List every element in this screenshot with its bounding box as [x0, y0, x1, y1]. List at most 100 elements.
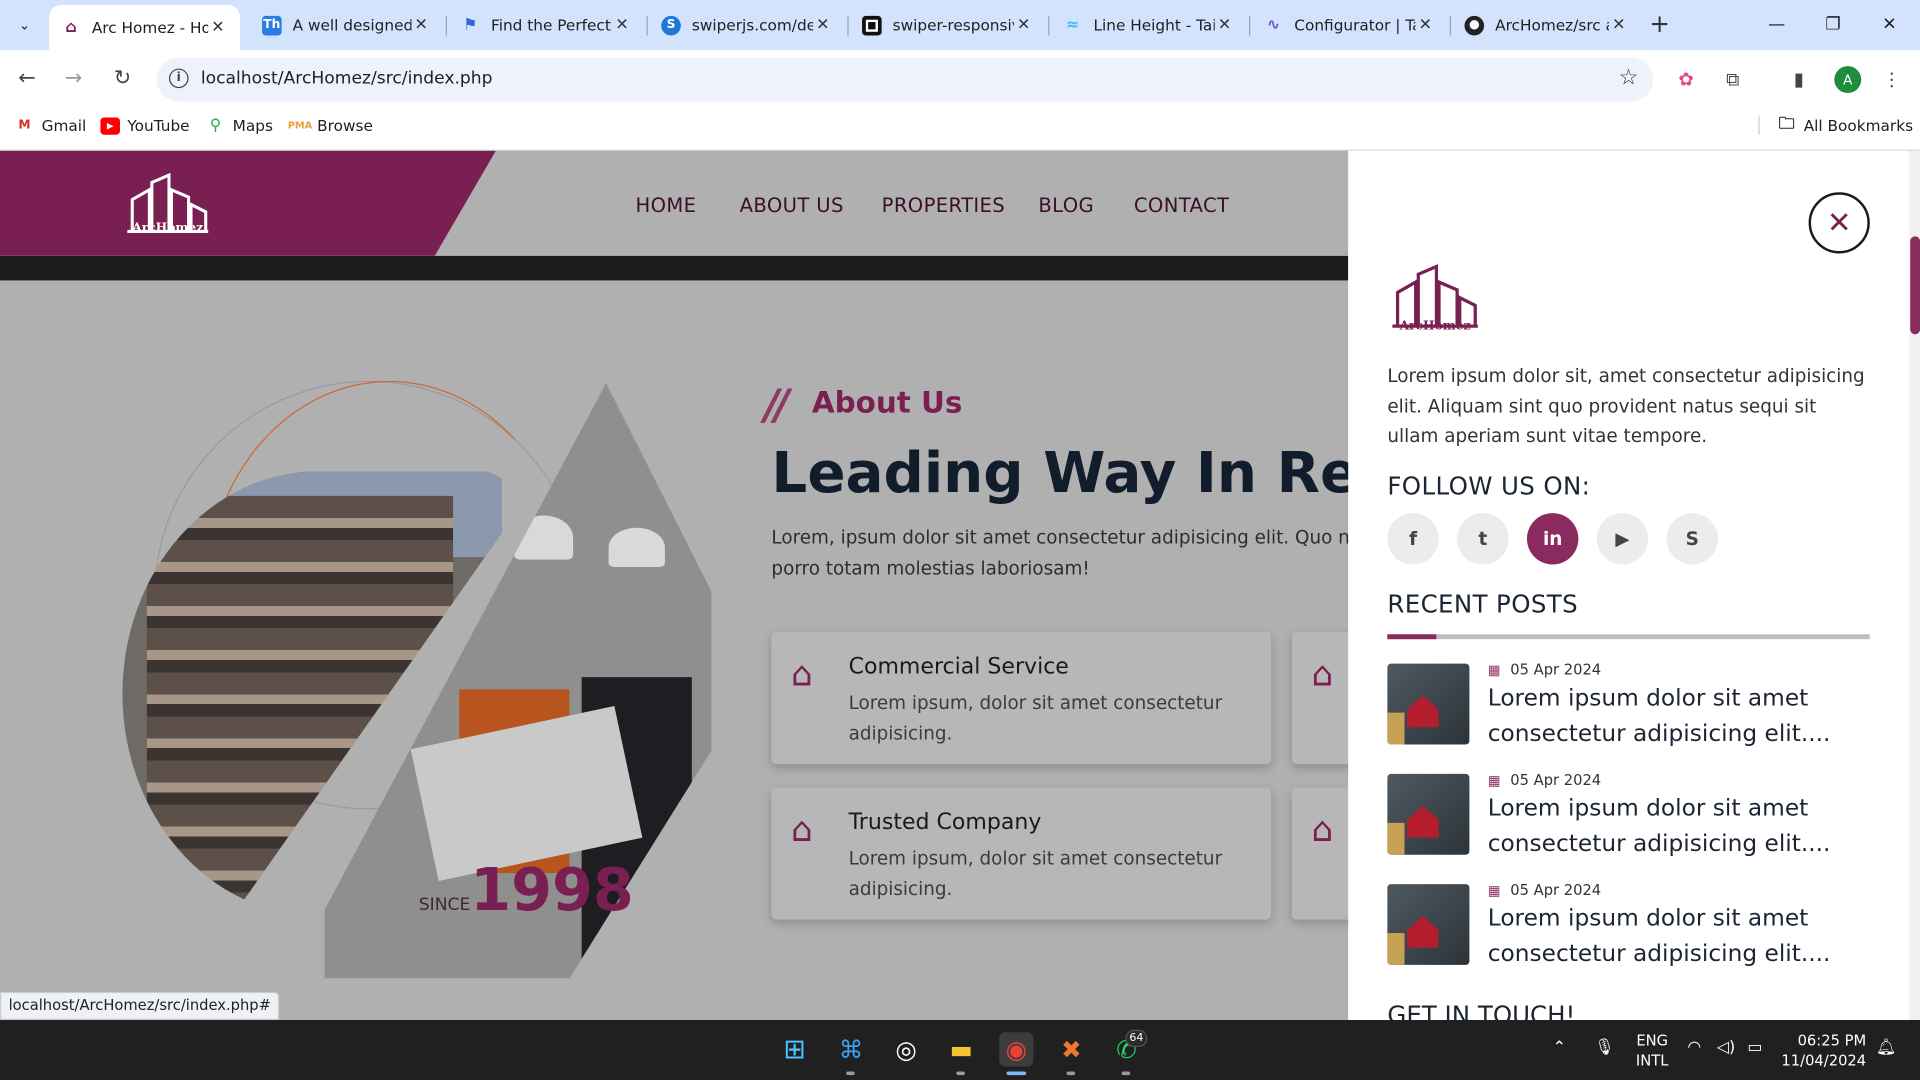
volume-icon[interactable]: ◁): [1717, 1038, 1735, 1056]
tab-title: Find the Perfect: [491, 15, 611, 35]
site-header: ArcHomez HOME ABOUT US PROPERTIES BLOG C…: [0, 150, 1349, 256]
windows-start-icon[interactable]: ⊞: [778, 1032, 812, 1066]
hero-bottom-strip: [0, 255, 1349, 281]
battery-icon[interactable]: ▭: [1747, 1038, 1762, 1056]
nav-properties[interactable]: PROPERTIES: [882, 193, 1005, 216]
facebook-icon[interactable]: f: [1387, 513, 1439, 565]
nav-home[interactable]: HOME: [636, 193, 697, 216]
bookmark-star-icon[interactable]: ☆: [1619, 65, 1639, 91]
all-bookmarks[interactable]: 🗀 All Bookmarks: [1758, 114, 1913, 135]
close-tab-icon[interactable]: ✕: [411, 16, 431, 34]
tab-github[interactable]: ● ArcHomez/src at ✕: [1452, 5, 1641, 45]
tab-swiperjs[interactable]: S swiperjs.com/de ✕: [649, 5, 845, 45]
th-icon: Th: [262, 15, 282, 35]
double-slash-icon: //: [764, 380, 789, 430]
service-title: Commercial Service: [848, 653, 1069, 680]
bookmark-browse[interactable]: PMA Browse: [287, 116, 373, 134]
close-tab-icon[interactable]: ✕: [813, 16, 833, 34]
tailwind-icon: ≈: [1065, 15, 1080, 35]
phpmyadmin-icon: PMA: [287, 120, 313, 132]
language-indicator[interactable]: ENG INTL: [1636, 1031, 1668, 1070]
offcanvas-description: Lorem ipsum dolor sit, amet consectetur …: [1387, 364, 1865, 447]
profile-avatar[interactable]: A: [1834, 66, 1862, 94]
linkedin-icon[interactable]: in: [1526, 513, 1579, 565]
service-card[interactable]: ⌂ Trusted Company Lorem ipsum, dolor sit…: [771, 787, 1272, 920]
xampp-icon[interactable]: ✖: [1054, 1032, 1088, 1066]
youtube-icon[interactable]: ▶: [1596, 513, 1649, 565]
codesandbox-icon: [862, 15, 882, 35]
color-extension-icon[interactable]: ✿: [1673, 66, 1700, 93]
close-tab-icon[interactable]: ✕: [612, 16, 632, 34]
tab-title: swiperjs.com/de: [691, 15, 814, 35]
service-card[interactable]: ⌂ Commercial Service Lorem ipsum, dolor …: [771, 631, 1272, 765]
url-text[interactable]: localhost/ArcHomez/src/index.php: [201, 69, 493, 89]
tab-swiper-responsive[interactable]: swiper-responsiv ✕: [850, 5, 1046, 45]
twitter-icon[interactable]: t: [1457, 513, 1509, 565]
reload-icon[interactable]: ↻: [105, 61, 139, 95]
skype-icon[interactable]: S: [1666, 513, 1718, 565]
post-title[interactable]: Lorem ipsum dolor sit amet consectetur a…: [1488, 791, 1855, 861]
site-logo-text[interactable]: ArcHomez: [132, 222, 203, 235]
obs-icon[interactable]: ◎: [889, 1032, 923, 1066]
close-tab-icon[interactable]: ✕: [1215, 16, 1235, 34]
tab-find-perfect[interactable]: ⚑ Find the Perfect ✕: [448, 5, 644, 45]
scrollbar-thumb[interactable]: [1910, 236, 1920, 335]
post-thumbnail[interactable]: [1387, 663, 1470, 745]
microphone-icon[interactable]: 🎙: [1594, 1038, 1614, 1056]
youtube-icon: ▶: [100, 116, 121, 135]
post-title[interactable]: Lorem ipsum dolor sit amet consectetur a…: [1488, 681, 1855, 751]
bookmark-youtube[interactable]: ▶ YouTube: [100, 116, 190, 135]
back-icon[interactable]: ←: [10, 61, 44, 95]
restore-icon[interactable]: ❐: [1805, 7, 1861, 41]
calendar-icon: ▦: [1487, 772, 1501, 788]
tab-search-icon[interactable]: ⌄: [10, 10, 39, 39]
bookmark-maps[interactable]: ⚲ Maps: [206, 116, 273, 134]
nav-about-us[interactable]: ABOUT US: [740, 193, 844, 216]
tab-archomez[interactable]: ⌂ Arc Homez - Ho ✕: [48, 4, 241, 51]
close-tab-icon[interactable]: ✕: [208, 18, 228, 36]
extensions-icon[interactable]: ⧉: [1719, 66, 1746, 93]
nav-contact[interactable]: CONTACT: [1134, 193, 1229, 216]
post-thumbnail[interactable]: [1387, 884, 1470, 965]
clock-time: 06:25 PM: [1797, 1032, 1867, 1050]
tab-configurator[interactable]: ∿ Configurator | Ta ✕: [1251, 5, 1447, 45]
vscode-icon[interactable]: ⌘: [834, 1032, 868, 1066]
post-date: ▦ 05 Apr 2024: [1488, 882, 1601, 899]
close-tab-icon[interactable]: ✕: [1416, 16, 1436, 34]
address-bar[interactable]: i localhost/ArcHomez/src/index.php ☆: [156, 57, 1654, 102]
system-clock[interactable]: 06:25 PM 11/04/2024: [1778, 1031, 1866, 1070]
notification-bell-icon[interactable]: 🔔︎: [1876, 1038, 1896, 1056]
bookmark-gmail[interactable]: M Gmail: [15, 116, 86, 134]
tab-well-designed[interactable]: Th A well designed ✕: [250, 5, 443, 45]
menu-kebab-icon[interactable]: ⋮: [1878, 66, 1905, 93]
nav-blog[interactable]: BLOG: [1038, 193, 1094, 216]
close-tab-icon[interactable]: ✕: [1014, 16, 1034, 34]
post-title[interactable]: Lorem ipsum dolor sit amet consectetur a…: [1488, 901, 1855, 971]
post-thumbnail[interactable]: [1387, 773, 1470, 855]
recent-post[interactable]: ▦ 05 Apr 2024 Lorem ipsum dolor sit amet …: [1387, 767, 1869, 858]
recent-post[interactable]: ▦ 05 Apr 2024 Lorem ipsum dolor sit amet …: [1387, 656, 1869, 747]
chrome-icon[interactable]: ◉: [999, 1032, 1034, 1067]
bookmark-label: YouTube: [127, 116, 190, 135]
recent-posts-heading: RECENT POSTS: [1387, 588, 1578, 619]
tray-chevron-icon[interactable]: ⌃: [1553, 1038, 1566, 1056]
forward-icon[interactable]: →: [56, 61, 90, 95]
file-explorer-icon[interactable]: ▬: [944, 1032, 978, 1066]
minimize-icon[interactable]: —: [1749, 7, 1805, 41]
bookmarks-bar: M Gmail ▶ YouTube ⚲ Maps PMA Browse 🗀 Al…: [0, 108, 1920, 151]
maps-icon: ⚲: [209, 116, 222, 135]
new-tab-button[interactable]: +: [1649, 11, 1670, 35]
tab-title: Line Height - Tai: [1093, 15, 1215, 35]
close-window-icon[interactable]: ✕: [1861, 7, 1917, 41]
lang-layout: INTL: [1635, 1051, 1669, 1069]
close-offcanvas-button[interactable]: ✕: [1808, 192, 1870, 254]
side-panel-icon[interactable]: ▮: [1785, 66, 1812, 93]
whatsapp-badge: 64: [1125, 1029, 1148, 1047]
heading-underline-accent: [1387, 634, 1437, 640]
post-date: ▦ 05 Apr 2024: [1488, 661, 1601, 678]
site-info-icon[interactable]: i: [168, 68, 189, 89]
tab-line-height[interactable]: ≈ Line Height - Tai ✕: [1051, 5, 1247, 45]
recent-post[interactable]: ▦ 05 Apr 2024 Lorem ipsum dolor sit amet …: [1387, 877, 1869, 968]
wifi-icon[interactable]: ◠: [1687, 1038, 1701, 1056]
close-tab-icon[interactable]: ✕: [1609, 16, 1629, 34]
